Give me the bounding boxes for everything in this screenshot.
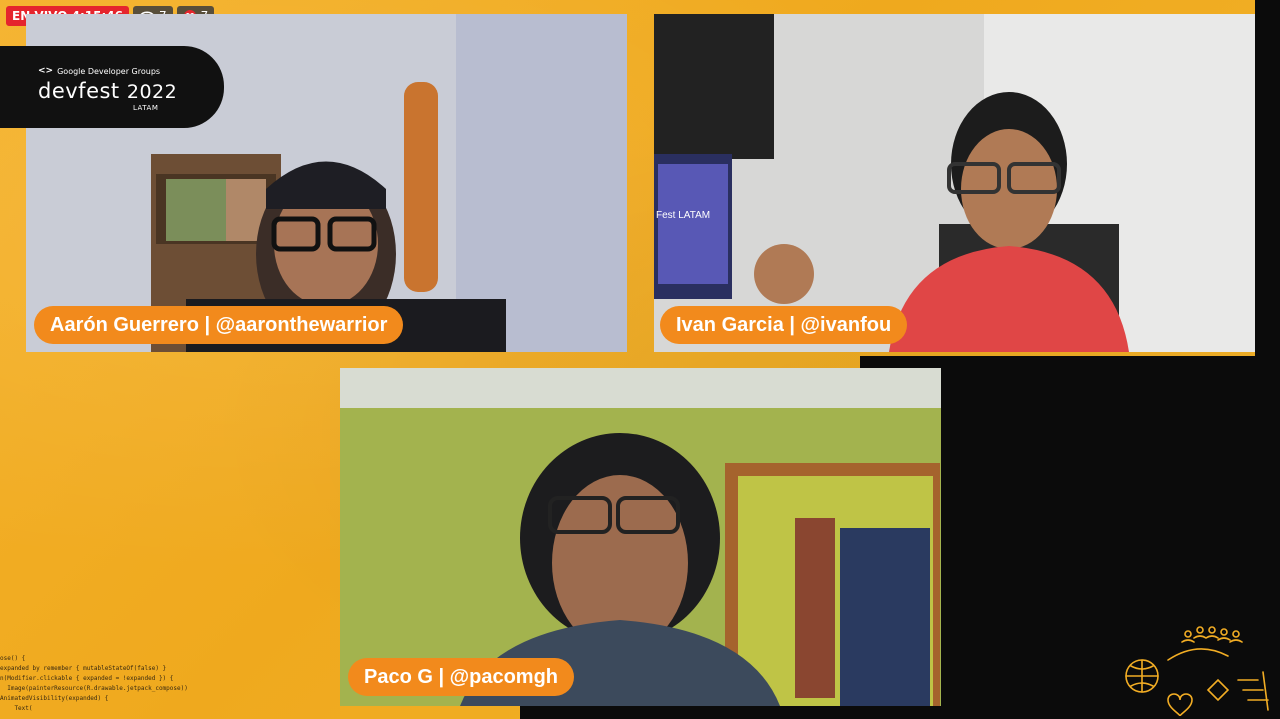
code-line: n(Modifier.clickable { expanded = !expan…	[0, 675, 174, 682]
brand-region: LATAM	[133, 104, 159, 112]
code-brackets-icon: <>	[38, 66, 54, 76]
brand-org: Google Developer Groups	[57, 66, 161, 76]
video-tile-paco[interactable]: Paco G | @pacomgh	[340, 368, 941, 706]
participant-name-tag: Aarón Guerrero | @aaronthewarrior	[34, 306, 404, 344]
brand-name: devfest	[38, 79, 120, 103]
participant-name-tag: Paco G | @pacomgh	[348, 658, 575, 696]
code-line: Image(painterResource(R.drawable.jetpack…	[0, 685, 188, 692]
video-tile-ivan[interactable]: Fest LATAM Ivan Garcia | @ivanfou	[654, 14, 1255, 352]
code-line: expanded by remember { mutableStateOf(fa…	[0, 665, 167, 672]
code-line: AnimatedVisibility(expanded) {	[0, 695, 109, 702]
brand-year: 2022	[126, 81, 178, 103]
video-feed	[340, 368, 941, 706]
video-feed	[654, 14, 1255, 352]
background-dark-edge	[1255, 0, 1280, 719]
code-line: ose() {	[0, 655, 26, 662]
code-snippet: ose() { expanded by remember { mutableSta…	[0, 654, 188, 714]
participant-name-tag: Ivan Garcia | @ivanfou	[660, 306, 908, 344]
doodle-icon	[1125, 626, 1269, 717]
code-line: Text(	[0, 705, 33, 712]
monitor-text: Fest LATAM	[656, 210, 711, 221]
devfest-logo: <> Google Developer Groups devfest 2022 …	[0, 46, 224, 128]
